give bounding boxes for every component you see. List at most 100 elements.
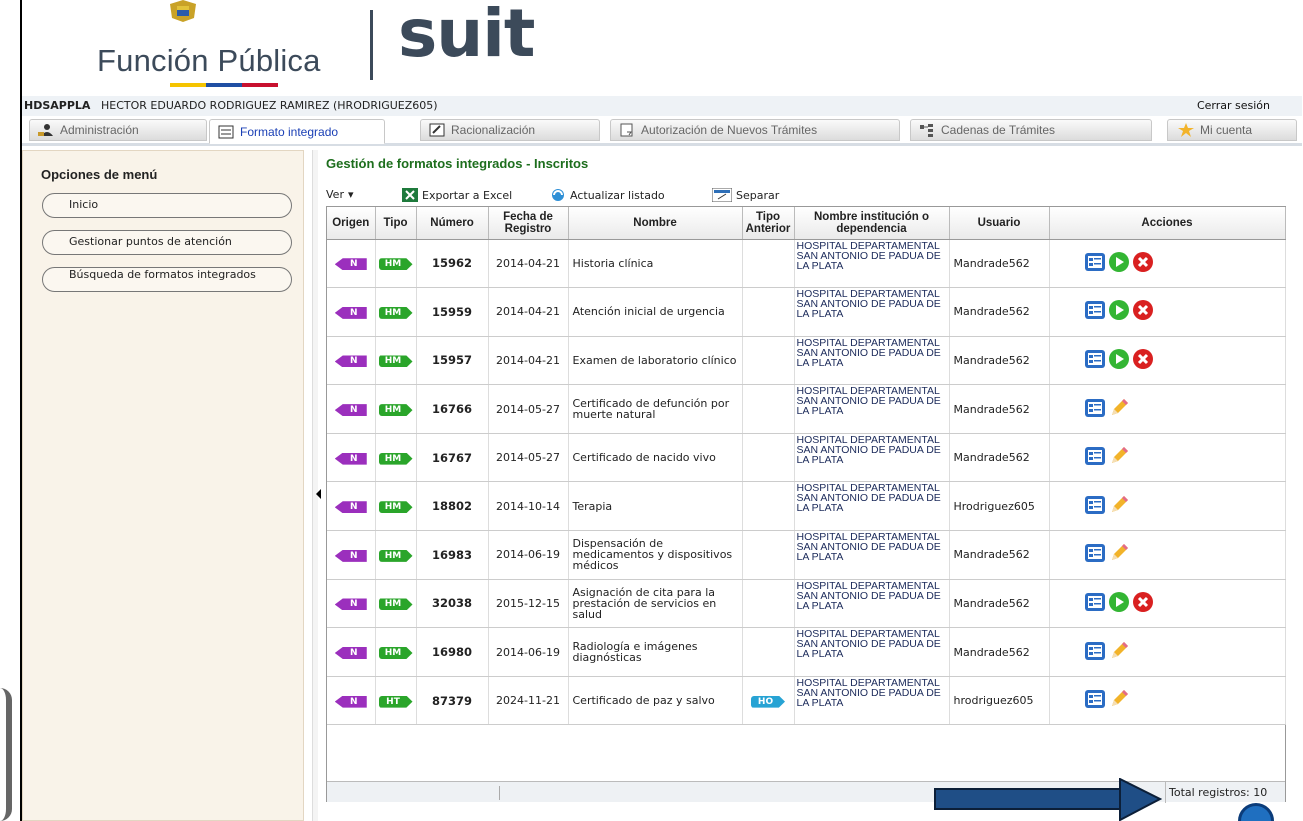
view-detail-icon[interactable] (1084, 494, 1106, 519)
chevron-down-icon: ▾ (347, 188, 354, 201)
column-header[interactable]: Usuario (949, 207, 1050, 240)
user-bar: HDSAPPLA HECTOR EDUARDO RODRIGUEZ RAMIRE… (22, 96, 1302, 116)
table-row[interactable]: N HT 87379 2024-11-21 Certificado de paz y s… (327, 676, 1286, 726)
origen-cell: N (327, 579, 376, 629)
origen-badge: N (334, 452, 367, 465)
table-row[interactable]: N HM 15962 2014-04-21 Historia clínica HOSPIT… (327, 239, 1286, 289)
table-row[interactable]: N HM 16980 2014-06-19 Radiología e imágenes … (327, 627, 1286, 677)
view-detail-icon[interactable] (1084, 397, 1106, 422)
delete-icon[interactable] (1132, 591, 1154, 616)
formats-grid: Origen Tipo Número Fecha de Registro Nom… (326, 206, 1286, 803)
tab-racionalizacion[interactable]: Racionalización (420, 119, 600, 141)
tipo-cell: HM (375, 530, 417, 580)
menu-item-inicio[interactable]: Inicio (42, 193, 292, 218)
edit-pencil-icon[interactable] (1108, 542, 1130, 567)
view-label: Ver (326, 188, 344, 201)
view-detail-icon[interactable] (1084, 251, 1106, 276)
nombre-cell: Certificado de defunción por muerte natu… (568, 384, 743, 434)
logo-divider (370, 10, 373, 80)
split-button[interactable]: Separar (712, 188, 779, 202)
edit-pencil-icon[interactable] (1108, 688, 1130, 713)
table-row[interactable]: N HM 16983 2014-06-19 Dispensación de medica… (327, 530, 1286, 580)
edit-pencil-icon[interactable] (1108, 445, 1130, 470)
play-icon[interactable] (1108, 591, 1130, 616)
play-icon[interactable] (1108, 251, 1130, 276)
fecha-cell: 2014-05-27 (488, 384, 569, 434)
delete-icon[interactable] (1132, 348, 1154, 373)
sidebar: Opciones de menú Inicio Gestionar puntos… (22, 150, 304, 821)
view-detail-icon[interactable] (1084, 542, 1106, 567)
column-header[interactable]: Tipo Anterior (742, 207, 795, 240)
column-header: Acciones (1049, 207, 1286, 240)
usuario-cell: Mandrade562 (949, 579, 1050, 629)
origen-cell: N (327, 676, 376, 726)
edit-pencil-icon[interactable] (1108, 640, 1130, 665)
tab-administracion[interactable]: Administración (29, 119, 207, 141)
flag-stripe (170, 83, 278, 87)
tab-label: Mi cuenta (1200, 123, 1253, 137)
star-icon (1178, 123, 1194, 137)
view-detail-icon[interactable] (1084, 640, 1106, 665)
table-row[interactable]: N HM 15959 2014-04-21 Atención inicial de ur… (327, 287, 1286, 337)
collapse-arrow-icon[interactable] (316, 489, 321, 499)
menu-item-gestionar-puntos[interactable]: Gestionar puntos de atención (42, 230, 292, 255)
numero-cell: 16980 (416, 627, 489, 677)
play-icon[interactable] (1108, 299, 1130, 324)
view-menu-button[interactable]: Ver ▾ (326, 188, 354, 201)
tipo-cell: HM (375, 627, 417, 677)
view-detail-icon[interactable] (1084, 348, 1106, 373)
splitter[interactable] (312, 150, 318, 821)
origen-badge: N (334, 695, 367, 708)
tab-cadenas[interactable]: Cadenas de Trámites (910, 119, 1152, 141)
tipo-badge: HM (378, 549, 413, 562)
table-body: N HM 15962 2014-04-21 Historia clínica HOSPIT… (327, 239, 1286, 726)
row-actions (1050, 397, 1285, 422)
acciones-cell (1049, 336, 1286, 386)
table-row[interactable]: N HM 15957 2014-04-21 Examen de laboratorio … (327, 336, 1286, 386)
column-header[interactable]: Nombre (568, 207, 743, 240)
menu-item-busqueda-formatos[interactable]: Búsqueda de formatos integrados (42, 267, 292, 292)
column-header[interactable]: Número (416, 207, 489, 240)
numero-cell: 16983 (416, 530, 489, 580)
tipo-badge: HM (378, 598, 413, 611)
edit-pencil-icon[interactable] (1108, 494, 1130, 519)
tab-label: Formato integrado (240, 124, 339, 139)
refresh-button[interactable]: Actualizar listado (550, 188, 665, 202)
play-icon[interactable] (1108, 348, 1130, 373)
numero-cell: 87379 (416, 676, 489, 726)
institucion-cell: HOSPITAL DEPARTAMENTAL SAN ANTONIO DE PA… (794, 676, 950, 726)
institucion-cell: HOSPITAL DEPARTAMENTAL SAN ANTONIO DE PA… (794, 239, 950, 289)
column-header[interactable]: Fecha de Registro (488, 207, 569, 240)
nombre-cell: Historia clínica (568, 239, 743, 289)
tab-formato-integrado[interactable]: Formato integrado (209, 119, 385, 144)
table-row[interactable]: N HM 16766 2014-05-27 Certificado de defunci… (327, 384, 1286, 434)
institucion-cell: HOSPITAL DEPARTAMENTAL SAN ANTONIO DE PA… (794, 336, 950, 386)
tab-autorizacion[interactable]: Autorización de Nuevos Trámites (610, 119, 900, 141)
origen-badge: N (334, 647, 367, 660)
origen-cell: N (327, 433, 376, 483)
view-detail-icon[interactable] (1084, 299, 1106, 324)
delete-icon[interactable] (1132, 251, 1154, 276)
delete-icon[interactable] (1132, 299, 1154, 324)
numero-cell: 16766 (416, 384, 489, 434)
nombre-cell: Certificado de nacido vivo (568, 433, 743, 483)
view-detail-icon[interactable] (1084, 445, 1106, 470)
table-row[interactable]: N HM 32038 2015-12-15 Asignación de cita par… (327, 579, 1286, 629)
column-header[interactable]: Tipo (375, 207, 417, 240)
tab-mi-cuenta[interactable]: Mi cuenta (1167, 119, 1297, 141)
logout-link[interactable]: Cerrar sesión (1197, 99, 1270, 112)
table-row[interactable]: N HM 16767 2014-05-27 Certificado de nacido … (327, 433, 1286, 483)
table-row[interactable]: N HM 18802 2014-10-14 Terapia HOSPITAL DEPART… (327, 481, 1286, 532)
nombre-cell: Radiología e imágenes diagnósticas (568, 627, 743, 677)
acciones-cell (1049, 676, 1286, 726)
edit-pencil-icon[interactable] (1108, 397, 1130, 422)
column-header[interactable]: Origen (327, 207, 376, 240)
column-header[interactable]: Nombre institución o dependencia (794, 207, 950, 240)
view-detail-icon[interactable] (1084, 688, 1106, 713)
view-detail-icon[interactable] (1084, 591, 1106, 616)
refresh-label: Actualizar listado (570, 188, 665, 202)
usuario-cell: hrodriguez605 (949, 676, 1050, 726)
export-excel-button[interactable]: Exportar a Excel (402, 188, 512, 202)
origen-cell: N (327, 384, 376, 434)
tipo-badge: HM (378, 404, 413, 417)
